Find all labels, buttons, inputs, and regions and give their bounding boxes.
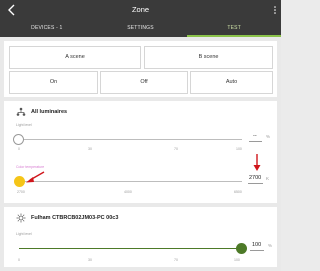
scene-a-label: A scene xyxy=(65,54,85,60)
light-level-track[interactable] xyxy=(19,139,242,140)
device-card: Fulham CTBRCB02JM03-PC 00c3 Light level … xyxy=(4,207,277,267)
light-level-thumb[interactable] xyxy=(13,134,24,145)
more-vertical-icon[interactable] xyxy=(272,3,278,17)
tick-label: 0 xyxy=(18,147,20,151)
tab-settings[interactable]: SETTINGS xyxy=(94,20,188,37)
color-temperature-unit: K xyxy=(266,176,270,181)
light-level-value-underline xyxy=(249,141,262,142)
scene-a-button[interactable]: A scene xyxy=(9,46,141,69)
tab-devices[interactable]: DEVICES - 1 xyxy=(0,20,94,37)
device-light-level-thumb[interactable] xyxy=(236,243,247,254)
tick-label: 70 xyxy=(174,258,178,262)
on-button[interactable]: On xyxy=(9,71,98,94)
off-button[interactable]: Off xyxy=(100,71,188,94)
device-light-level-unit: % xyxy=(268,243,273,248)
color-temperature-label: Color temperature xyxy=(16,165,45,169)
on-label: On xyxy=(49,79,58,85)
tick-label: 0 xyxy=(18,258,20,262)
all-luminaires-title: All luminaires xyxy=(31,109,68,115)
device-light-level-value-underline xyxy=(250,250,264,251)
device-title: Fulham CTBRCB02JM03-PC 00c3 xyxy=(31,215,119,221)
tick-label: 6500 xyxy=(234,190,242,194)
light-level-unit: % xyxy=(266,134,271,139)
device-light-level-value-input[interactable]: 100 xyxy=(252,242,261,248)
auto-label: Auto xyxy=(225,79,238,85)
all-luminaires-card: All luminaires Light level 0 30 70 100 -… xyxy=(4,101,277,203)
app-screen: Zone DEVICES - 1 SETTINGS TEST A scene B… xyxy=(0,0,281,271)
tick-label: 30 xyxy=(88,258,92,262)
device-light-level-label: Light level xyxy=(16,232,32,236)
annotation-arrow-left-icon xyxy=(26,171,45,183)
tick-label: 70 xyxy=(174,147,178,151)
light-level-label: Light level xyxy=(16,123,32,127)
light-level-value-input[interactable]: -- xyxy=(253,133,257,139)
tab-bar: DEVICES - 1 SETTINGS TEST xyxy=(0,20,281,37)
color-temperature-value-underline xyxy=(248,183,263,184)
auto-button[interactable]: Auto xyxy=(190,71,273,94)
page-title: Zone xyxy=(131,5,150,14)
device-light-level-track[interactable] xyxy=(19,248,242,249)
annotation-arrow-down-icon xyxy=(253,154,261,171)
tick-label: 4000 xyxy=(124,190,132,194)
scene-b-button[interactable]: B scene xyxy=(144,46,273,69)
tab-test[interactable]: TEST xyxy=(187,20,281,37)
tick-label: 100 xyxy=(236,147,242,151)
app-bar: Zone xyxy=(0,0,281,20)
tick-label: 2700 xyxy=(17,190,25,194)
color-temperature-track[interactable] xyxy=(19,181,242,182)
tick-label: 100 xyxy=(234,258,240,262)
color-temperature-value-input[interactable]: 2700 xyxy=(249,175,261,181)
tick-label: 30 xyxy=(88,147,92,151)
bulb-icon xyxy=(16,213,26,223)
scene-b-label: B scene xyxy=(198,54,219,60)
scenes-card: A scene B scene On Off Auto xyxy=(4,41,277,97)
group-icon xyxy=(16,107,26,116)
off-label: Off xyxy=(140,79,148,85)
